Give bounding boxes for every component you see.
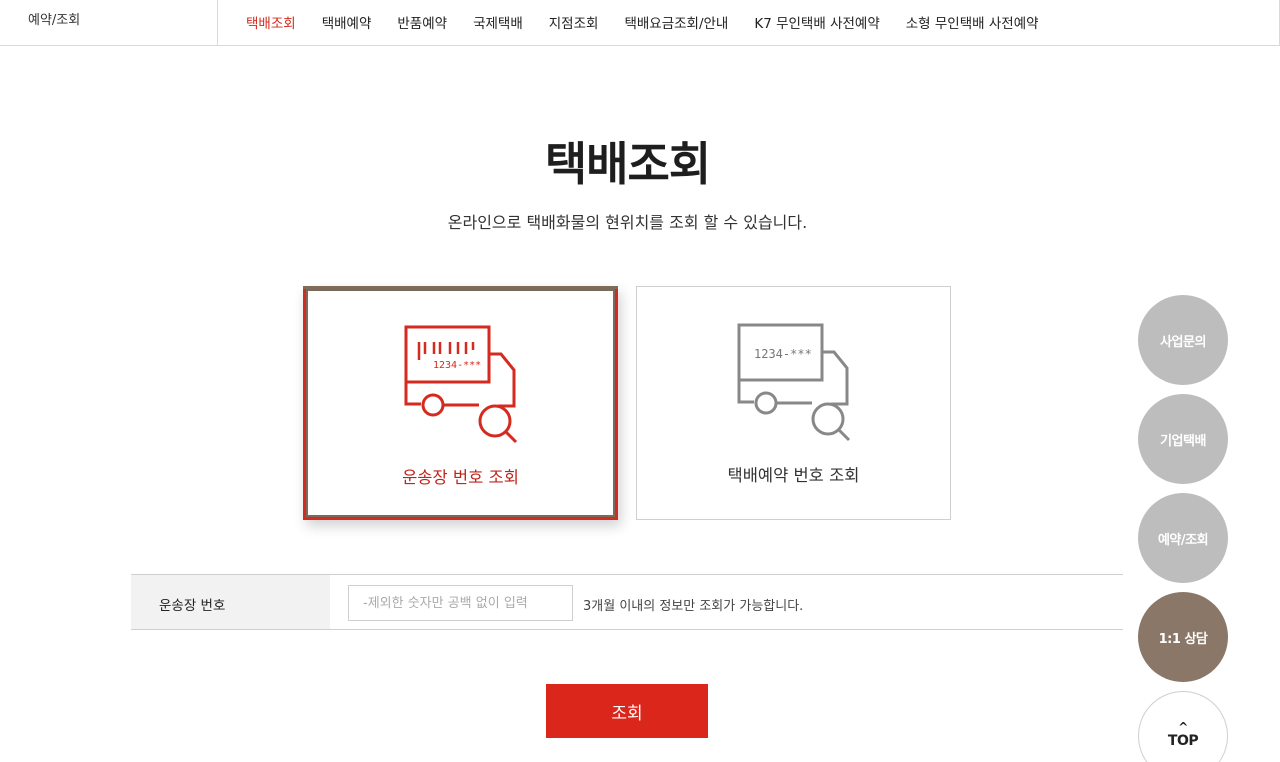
waybill-form-row: 운송장 번호 3개월 이내의 정보만 조회가 가능합니다. [131,574,1123,630]
card-label: 운송장 번호 조회 [402,468,519,487]
nav-item-k7[interactable]: K7 무인택배 사전예약 [754,12,879,32]
search-button[interactable]: 조회 [546,684,708,738]
nav-item-international[interactable]: 국제택배 [473,12,523,32]
main-nav: 택배조회 택배예약 반품예약 국제택배 지점조회 택배요금조회/안내 K7 무인… [246,12,1065,32]
top-label: TOP [1167,733,1199,749]
nav-item-rates[interactable]: 택배요금조회/안내 [624,12,728,32]
corporate-delivery-button[interactable]: 기업택배 [1138,394,1228,484]
waybill-input[interactable] [348,585,573,621]
nav-item-reservation[interactable]: 택배예약 [322,12,372,32]
scroll-top-button[interactable]: ^ TOP [1138,691,1228,762]
card-reservation-lookup[interactable]: 1234-*** 택배예약 번호 조회 [636,286,951,520]
page-subtitle: 온라인으로 택배화물의 현위치를 조회 할 수 있습니다. [447,213,808,232]
top-nav-bar: 예약/조회 택배조회 택배예약 반품예약 국제택배 지점조회 택배요금조회/안내… [0,0,1280,46]
truck-number-search-icon: 1234-*** [737,323,850,442]
breadcrumb: 예약/조회 [0,0,218,46]
card-waybill-lookup[interactable]: 1234-*** 운송장 번호 조회 [303,286,618,520]
card-label: 택배예약 번호 조회 [727,466,860,485]
business-inquiry-button[interactable]: 사업문의 [1138,295,1228,385]
breadcrumb-label[interactable]: 예약/조회 [28,9,80,28]
nav-item-return[interactable]: 반품예약 [397,12,447,32]
card-number-text: 1234-*** [433,360,481,371]
field-header: 운송장 번호 [131,575,330,629]
field-label: 운송장 번호 [159,598,226,614]
field-note: 3개월 이내의 정보만 조회가 가능합니다. [583,599,804,614]
nav-item-branch[interactable]: 지점조회 [549,12,599,32]
nav-item-small-locker[interactable]: 소형 무인택배 사전예약 [906,12,1039,32]
card-number-text: 1234-*** [754,347,812,361]
chevron-up-icon: ^ [1178,720,1188,734]
reserve-lookup-button[interactable]: 예약/조회 [1138,493,1228,583]
truck-barcode-search-icon: 1234-*** [404,325,517,444]
nav-item-tracking[interactable]: 택배조회 [246,12,296,32]
one-on-one-chat-button[interactable]: 1:1 상담 [1138,592,1228,682]
page-title: 택배조회 [544,137,711,191]
